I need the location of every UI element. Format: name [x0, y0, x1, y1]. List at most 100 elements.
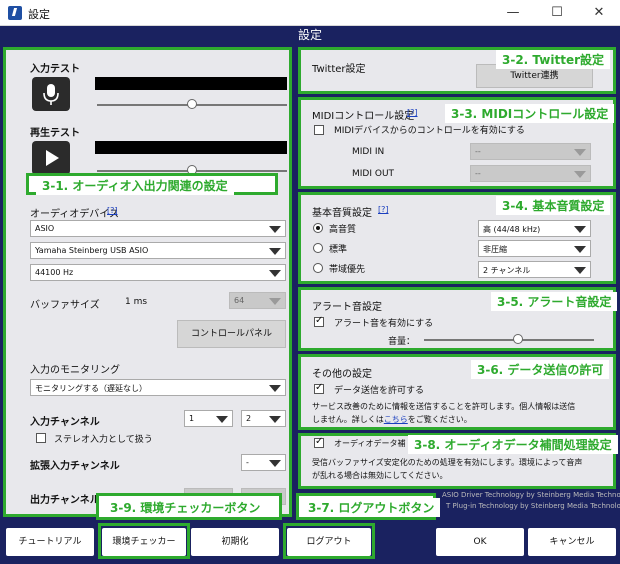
midi-in-select[interactable]: --	[470, 143, 591, 160]
input-channel-2-select[interactable]: 2	[241, 410, 286, 427]
mic-icon	[43, 84, 59, 105]
stereo-input-label: ステレオ入力として扱う	[54, 435, 153, 445]
ext-input-channel-select[interactable]: -	[241, 454, 286, 471]
midi-in-value: --	[475, 147, 481, 156]
chevron-down-icon	[570, 262, 590, 277]
chevron-down-icon	[265, 221, 285, 236]
midi-out-select[interactable]: --	[470, 165, 591, 182]
annotation-3-4: 3-4. 基本音質設定	[496, 196, 611, 215]
midi-out-value: --	[475, 169, 481, 178]
output-channel-label: 出力チャンネル	[30, 495, 100, 506]
complement-enable-checkbox[interactable]	[314, 436, 324, 448]
midi-label: MIDIコントロール設定	[312, 111, 415, 122]
midi-enable-checkbox[interactable]	[314, 125, 324, 135]
reset-button[interactable]: 初期化	[191, 528, 279, 556]
complement-desc-line-2: が乱れる場合は無効にしてください。	[312, 471, 448, 480]
audio-io-panel	[3, 47, 292, 517]
input-volume-thumb[interactable]	[187, 99, 197, 109]
device-name-select[interactable]: Yamaha Steinberg USB ASIO	[30, 242, 286, 259]
monitoring-select[interactable]: モニタリングする（遅延なし）	[30, 379, 286, 396]
quality-option-high-label: 高音質	[329, 225, 357, 235]
annotation-3-1: 3-1. オーディオ入出力関連の設定	[36, 176, 234, 195]
quality-option-standard-radio[interactable]	[313, 243, 323, 253]
allow-data-desc-text-end: をご覧ください。	[407, 415, 472, 424]
audio-device-help-link[interactable]: [?]	[107, 206, 118, 215]
midi-out-label: MIDI OUT	[352, 169, 395, 179]
input-channel-1-value: 1	[189, 414, 195, 423]
window-title-bar: 設定 — ☐ ✕	[0, 0, 620, 26]
buffer-ms-value: 1 ms	[125, 297, 148, 307]
app-icon	[8, 6, 22, 20]
close-button[interactable]: ✕	[578, 0, 620, 26]
alert-enable-label: アラート音を有効にする	[334, 319, 434, 329]
device-driver-select[interactable]: ASIO	[30, 220, 286, 237]
credits-line-2: T Plug-in Technology by Steinberg Media …	[446, 502, 620, 510]
quality-option-high-radio[interactable]	[313, 223, 323, 233]
chevron-down-icon	[265, 265, 285, 280]
device-driver-value: ASIO	[35, 224, 55, 233]
ok-button[interactable]: OK	[436, 528, 524, 556]
sample-rate-select[interactable]: 44100 Hz	[30, 264, 286, 281]
allow-data-details-link[interactable]: こちら	[384, 415, 408, 424]
input-channel-1-select[interactable]: 1	[184, 410, 233, 427]
other-settings-label: その他の設定	[312, 369, 372, 380]
ext-input-channel-label: 拡張入力チャンネル	[30, 461, 120, 472]
playback-test-label: 再生テスト	[30, 128, 80, 139]
buffer-size-value: 64	[234, 296, 245, 305]
mic-test-button[interactable]	[32, 77, 70, 111]
control-panel-button[interactable]: コントロールパネル	[177, 320, 286, 348]
input-test-label: 入力テスト	[30, 64, 80, 75]
quality-channels-value: 2 チャンネル	[483, 266, 531, 275]
sample-rate-value: 44100 Hz	[35, 268, 74, 277]
chevron-down-icon	[265, 243, 285, 258]
quality-label: 基本音質設定	[312, 208, 372, 219]
minimize-button[interactable]: —	[492, 0, 534, 26]
playback-level-meter	[95, 141, 287, 154]
alert-label: アラート音設定	[312, 302, 382, 313]
alert-volume-slider[interactable]	[424, 339, 594, 341]
twitter-label: Twitter設定	[312, 64, 366, 75]
chevron-down-icon	[570, 144, 590, 159]
cancel-button[interactable]: キャンセル	[528, 528, 616, 556]
allow-data-checkbox[interactable]	[314, 382, 324, 394]
quality-compression-select[interactable]: 非圧縮	[478, 240, 591, 257]
logout-button[interactable]: ログアウト	[287, 528, 371, 556]
quality-sample-select[interactable]: 高 (44/48 kHz)	[478, 220, 591, 237]
play-icon	[46, 150, 59, 166]
midi-in-label: MIDI IN	[352, 147, 385, 157]
stereo-input-checkbox[interactable]	[36, 433, 46, 443]
quality-option-bandwidth-radio[interactable]	[313, 263, 323, 273]
complement-enable-label: オーディオデータ補	[334, 439, 406, 448]
allow-data-desc-line-2: しません。詳しくはこちらをご覧ください。	[312, 414, 472, 425]
chevron-down-icon	[570, 241, 590, 256]
monitoring-value: モニタリングする（遅延なし）	[35, 384, 147, 393]
annotation-3-3: 3-3. MIDIコントロール設定	[445, 104, 615, 123]
alert-volume-label: 音量：	[388, 337, 416, 347]
quality-sample-value: 高 (44/48 kHz)	[483, 225, 541, 234]
play-test-button[interactable]	[32, 141, 70, 175]
buffer-size-select[interactable]: 64	[229, 292, 286, 309]
chevron-down-icon	[570, 166, 590, 181]
window-title: 設定	[28, 8, 50, 21]
maximize-button[interactable]: ☐	[536, 0, 578, 26]
chevron-down-icon	[570, 221, 590, 236]
annotation-3-5: 3-5. アラート音設定	[491, 292, 618, 311]
annotation-3-2: 3-2. Twitter設定	[496, 50, 611, 69]
allow-data-desc-line-1: サービス改善のために情報を送信することを許可します。個人情報は送信	[312, 402, 576, 411]
annotation-3-9: 3-9. 環境チェッカーボタン	[104, 498, 267, 517]
quality-channels-select[interactable]: 2 チャンネル	[478, 261, 591, 278]
ext-input-channel-value: -	[246, 458, 249, 467]
alert-volume-thumb[interactable]	[512, 334, 523, 344]
tutorial-button[interactable]: チュートリアル	[6, 528, 94, 556]
annotation-3-8: 3-8. オーディオデータ補間処理設定	[408, 435, 618, 454]
monitoring-label: 入力のモニタリング	[30, 365, 120, 376]
midi-enable-label: MIDIデバイスからのコントロールを有効にする	[334, 126, 525, 136]
input-level-meter	[95, 77, 287, 90]
complement-desc-line-1: 受信バッファサイズ安定化のための処理を有効にします。環境によって音声	[312, 458, 583, 467]
annotation-3-7: 3-7. ログアウトボタン	[302, 498, 441, 517]
env-checker-button[interactable]: 環境チェッカー	[102, 528, 186, 556]
midi-help-link[interactable]: [?]	[407, 108, 418, 117]
alert-enable-checkbox[interactable]	[314, 315, 324, 327]
quality-help-link[interactable]: [?]	[378, 205, 389, 214]
chevron-down-icon	[265, 380, 285, 395]
